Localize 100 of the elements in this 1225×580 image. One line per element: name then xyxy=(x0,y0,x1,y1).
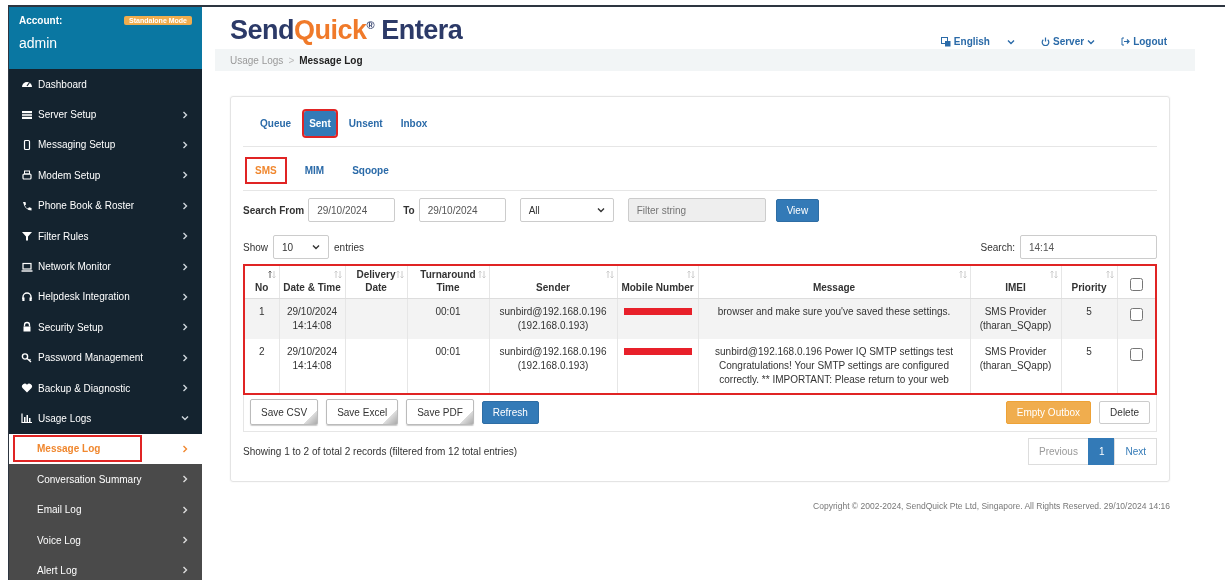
date-field[interactable]: 29/10/2024 xyxy=(418,198,506,222)
action-button[interactable]: Save PDF xyxy=(406,399,474,425)
sidebar-item[interactable]: Backup & Diagnostic xyxy=(9,372,202,404)
submenu-item[interactable]: Alert Log xyxy=(9,555,202,580)
chevron-down-icon xyxy=(1087,37,1096,46)
sort-icon[interactable] xyxy=(1049,270,1058,279)
column-header[interactable]: Mobile Number xyxy=(617,266,698,299)
sort-icon[interactable] xyxy=(333,270,342,279)
search-field[interactable]: 14:14 xyxy=(1020,235,1157,259)
view-button[interactable]: View xyxy=(775,198,820,222)
table-cell: sunbird@192.168.0.196 (192.168.0.193) xyxy=(499,306,607,331)
chevron-right-icon xyxy=(181,505,189,514)
tab[interactable]: Inbox xyxy=(395,111,433,136)
bar-chart-icon xyxy=(21,412,33,425)
table-cell: 2 xyxy=(258,346,265,357)
show-label: Show xyxy=(243,241,268,253)
sort-icon[interactable] xyxy=(958,270,967,279)
sort-icon[interactable] xyxy=(395,270,404,279)
logo: SendQuick$^{®}$ Entera xyxy=(230,17,463,44)
to-label: To xyxy=(403,204,415,216)
chevron-right-icon xyxy=(181,536,189,545)
chevron-right-icon xyxy=(181,566,189,575)
table-cell: 5 xyxy=(1086,346,1092,357)
column-header[interactable]: No xyxy=(245,266,279,299)
column-header[interactable]: Date & Time xyxy=(279,266,345,299)
action-button[interactable]: Save CSV xyxy=(250,399,319,425)
submenu-item[interactable]: Voice Log xyxy=(9,524,202,556)
sort-icon[interactable] xyxy=(686,270,695,279)
chevron-right-icon xyxy=(181,444,189,453)
username: admin xyxy=(19,35,58,51)
column-header[interactable]: IMEI xyxy=(970,266,1061,299)
chevron-down-icon xyxy=(1007,37,1015,46)
lock-icon xyxy=(21,321,33,334)
checkbox[interactable] xyxy=(1130,348,1144,361)
logout-link[interactable]: Logout xyxy=(1121,36,1167,47)
from-label: Search From xyxy=(243,204,305,216)
server-menu[interactable]: Server xyxy=(1041,36,1096,47)
copyright-text: Copyright © 2002-2024, SendQuick Pte Ltd, Singapore. All Rights Reserved. 29/10/2024 14:16 xyxy=(812,501,1170,511)
sort-icon[interactable] xyxy=(605,270,614,279)
sidebar-item[interactable]: Password Management xyxy=(9,342,202,373)
chevron-right-icon xyxy=(181,475,189,484)
column-header[interactable]: Priority xyxy=(1061,266,1117,299)
action-button[interactable]: Save Excel xyxy=(326,399,399,425)
sort-icon[interactable] xyxy=(267,270,276,279)
heart-icon xyxy=(21,382,33,395)
page-size-select[interactable]: 10 xyxy=(273,235,329,259)
headset-icon xyxy=(21,290,33,303)
sidebar-item[interactable]: Modem Setup xyxy=(9,160,202,191)
entries-label: entries xyxy=(334,241,365,253)
type-select[interactable]: All xyxy=(519,198,614,222)
table-cell: 29/10/2024 14:14:08 xyxy=(286,306,338,331)
column-header[interactable]: Sender xyxy=(489,266,617,299)
sidebar-item[interactable]: Dashboard xyxy=(9,69,202,100)
translate-icon xyxy=(940,36,951,47)
sort-icon[interactable] xyxy=(477,270,486,279)
phone-icon xyxy=(21,138,33,151)
key-icon xyxy=(21,351,33,364)
table-cell: 1 xyxy=(258,306,265,317)
page-button[interactable]: 1 xyxy=(1087,438,1116,465)
laptop-icon xyxy=(21,260,33,273)
table-cell: sunbird@192.168.0.196 Power IQ SMTP settings test Congratulations! Your SMTP settings are configured correctly. ** IMPORTANT: Please return to your web xyxy=(715,346,953,385)
submenu-item[interactable]: Email Log xyxy=(9,494,202,525)
tab[interactable]: MIM xyxy=(296,159,333,182)
power-icon xyxy=(1041,37,1050,46)
chevron-down-icon xyxy=(312,243,320,251)
table-cell: browser and make sure you've saved these settings. xyxy=(717,306,951,317)
tab[interactable]: Sent xyxy=(304,111,336,136)
page-button[interactable]: Next xyxy=(1114,438,1157,465)
checkbox[interactable] xyxy=(1130,278,1144,291)
sidebar-item[interactable]: Security Setup xyxy=(9,312,202,343)
tab[interactable]: Unsent xyxy=(343,111,388,136)
sidebar-item[interactable]: Helpdesk Integration xyxy=(9,281,202,313)
table-cell: sunbird@192.168.0.196 (192.168.0.193) xyxy=(499,346,607,371)
checkbox[interactable] xyxy=(1130,308,1144,321)
table-cell: SMS Provider (tharan_SQapp) xyxy=(979,306,1052,331)
action-button[interactable]: Refresh xyxy=(481,400,539,424)
sidebar-item[interactable]: Phone Book & Roster xyxy=(9,190,202,221)
sidebar-item[interactable]: Network Monitor xyxy=(9,251,202,282)
column-header[interactable]: Message xyxy=(698,266,970,299)
sidebar-item[interactable]: Server Setup xyxy=(9,99,202,130)
breadcrumb-item: Message Log xyxy=(299,54,363,66)
sidebar-item[interactable]: Filter Rules xyxy=(9,220,202,252)
sidebar-item[interactable]: Messaging Setup xyxy=(9,129,202,161)
sidebar-item[interactable]: Usage Logs xyxy=(9,403,202,434)
tab[interactable]: Sqoope xyxy=(344,159,397,182)
table-cell: 5 xyxy=(1086,306,1092,317)
submenu-item[interactable]: Conversation Summary xyxy=(9,464,202,495)
column-header[interactable]: Turnaround Time xyxy=(407,266,489,299)
search-label: Search: xyxy=(980,241,1015,253)
table-cell: 29/10/2024 14:14:08 xyxy=(286,346,338,371)
language-menu[interactable]: English xyxy=(940,36,1015,47)
table-cell: 00:01 xyxy=(435,306,461,317)
action-button[interactable]: Delete xyxy=(1099,400,1150,424)
tab[interactable]: Queue xyxy=(255,111,297,136)
sort-icon[interactable] xyxy=(1105,270,1114,279)
account-label: Account: xyxy=(19,15,63,26)
handset-icon xyxy=(21,199,33,212)
column-header[interactable]: Delivery Date xyxy=(345,266,407,299)
date-field[interactable]: 29/10/2024 xyxy=(308,198,396,222)
printer-icon xyxy=(21,169,33,182)
